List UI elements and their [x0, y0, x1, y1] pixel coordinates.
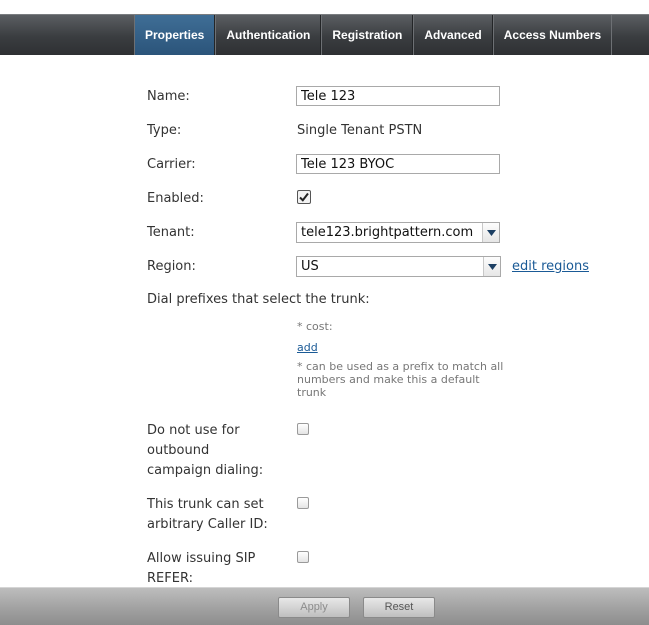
- sip-refer-checkbox[interactable]: [297, 551, 309, 563]
- reset-button[interactable]: Reset: [363, 597, 435, 618]
- no-outbound-checkbox[interactable]: [297, 423, 309, 435]
- no-outbound-label: Do not use for outbound campaign dialing…: [147, 421, 263, 481]
- no-outbound-label-line-1: Do not use for: [147, 423, 240, 438]
- tab-advanced[interactable]: Advanced: [413, 15, 493, 55]
- region-label: Region:: [147, 259, 196, 274]
- tab-authentication[interactable]: Authentication: [215, 15, 322, 55]
- region-select-value: US: [301, 259, 319, 274]
- name-input[interactable]: [296, 86, 500, 106]
- sip-refer-label-line-2: REFER:: [147, 571, 193, 586]
- cost-label: * cost:: [297, 320, 333, 333]
- prefix-hint-line-1: * can be used as a prefix to match all: [297, 360, 504, 373]
- type-value: Single Tenant PSTN: [297, 123, 423, 138]
- tenant-select[interactable]: tele123.brightpattern.com: [296, 222, 500, 243]
- tab-properties[interactable]: Properties: [134, 15, 216, 55]
- caller-id-checkbox[interactable]: [297, 497, 309, 509]
- prefix-hint-line-3: trunk: [297, 386, 327, 399]
- sip-refer-label: Allow issuing SIP REFER:: [147, 549, 255, 589]
- type-label: Type:: [147, 123, 182, 138]
- enabled-checkbox[interactable]: [297, 190, 311, 204]
- no-outbound-label-line-3: campaign dialing:: [147, 463, 264, 478]
- chevron-down-icon: [487, 263, 497, 270]
- prefix-hint: * can be used as a prefix to match all n…: [297, 360, 503, 399]
- tab-bar: Properties Authentication Registration A…: [0, 14, 649, 55]
- tenant-dropdown-button[interactable]: [482, 223, 499, 242]
- chevron-down-icon: [486, 229, 496, 236]
- no-outbound-label-line-2: outbound: [147, 443, 210, 458]
- carrier-input[interactable]: [296, 154, 500, 174]
- add-prefix-link[interactable]: add: [297, 341, 318, 354]
- edit-regions-link[interactable]: edit regions: [512, 257, 589, 277]
- caller-id-label-line-2: arbitrary Caller ID:: [147, 517, 268, 532]
- footer-bar: Apply Reset: [0, 587, 649, 625]
- checkmark-icon: [299, 192, 309, 202]
- tabs: Properties Authentication Registration A…: [134, 15, 613, 55]
- tab-registration[interactable]: Registration: [321, 15, 414, 55]
- prefix-hint-line-2: numbers and make this a default: [297, 373, 480, 386]
- region-select[interactable]: US: [296, 256, 501, 277]
- enabled-label: Enabled:: [147, 191, 204, 206]
- tenant-label: Tenant:: [147, 225, 195, 240]
- carrier-label: Carrier:: [147, 157, 196, 172]
- name-label: Name:: [147, 89, 190, 104]
- caller-id-label-line-1: This trunk can set: [147, 497, 264, 512]
- sip-refer-label-line-1: Allow issuing SIP: [147, 551, 256, 566]
- region-dropdown-button[interactable]: [483, 257, 500, 276]
- apply-button[interactable]: Apply: [278, 597, 350, 618]
- dial-prefixes-label: Dial prefixes that select the trunk:: [147, 292, 370, 307]
- caller-id-label: This trunk can set arbitrary Caller ID:: [147, 495, 268, 535]
- tab-access-numbers[interactable]: Access Numbers: [492, 15, 613, 55]
- tenant-select-value: tele123.brightpattern.com: [301, 225, 474, 240]
